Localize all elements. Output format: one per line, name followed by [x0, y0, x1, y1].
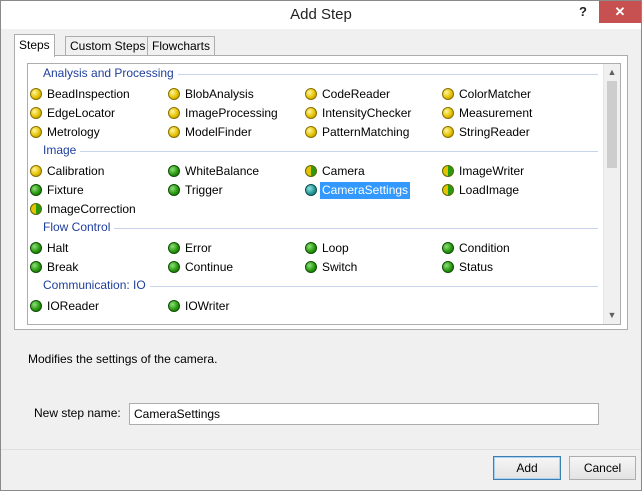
step-label: Halt: [47, 241, 69, 255]
step-label: Fixture: [47, 183, 84, 197]
cancel-button[interactable]: Cancel: [569, 456, 636, 480]
step-status-icon: [30, 107, 42, 119]
step-label: Error: [185, 241, 212, 255]
step-status-icon: [30, 242, 42, 254]
step-status-icon: [30, 184, 42, 196]
step-label: CodeReader: [322, 87, 391, 101]
tab-custom-steps[interactable]: Custom Steps: [65, 36, 151, 55]
step-label: ImageProcessing: [185, 106, 278, 120]
step-label: Metrology: [47, 125, 100, 139]
tab-steps[interactable]: Steps: [14, 34, 55, 57]
group-header: Communication: IO: [43, 278, 146, 292]
step-status-icon: [168, 184, 180, 196]
step-label: Measurement: [459, 106, 533, 120]
step-label: Status: [459, 260, 494, 274]
close-button[interactable]: ✕: [599, 1, 641, 23]
new-step-name-input[interactable]: [129, 403, 599, 425]
step-label: IOReader: [47, 299, 100, 313]
step-status-icon: [168, 88, 180, 100]
step-status-icon: [30, 300, 42, 312]
group-header: Analysis and Processing: [43, 66, 174, 80]
dialog-title: Add Step: [290, 6, 352, 23]
step-label: StringReader: [459, 125, 530, 139]
step-status-icon: [168, 126, 180, 138]
step-status-icon: [442, 261, 454, 273]
scroll-thumb[interactable]: [607, 81, 617, 168]
step-label: Loop: [322, 241, 349, 255]
step-label: WhiteBalance: [185, 164, 260, 178]
group-divider: [150, 286, 598, 287]
step-label: IOWriter: [185, 299, 230, 313]
add-step-dialog: Add Step ? ✕ Steps Custom Steps Flowchar…: [0, 0, 642, 491]
step-status-icon: [168, 107, 180, 119]
group-header: Flow Control: [43, 220, 111, 234]
steps-tab-panel: ▲ ▼ Analysis and Processing BeadInspectio…: [14, 55, 628, 330]
group-divider: [178, 74, 598, 75]
step-label: Continue: [185, 260, 234, 274]
step-status-icon: [30, 126, 42, 138]
step-label: PatternMatching: [322, 125, 410, 139]
step-status-icon: [168, 300, 180, 312]
step-label: CameraSettings: [320, 182, 411, 199]
step-status-icon: [305, 261, 317, 273]
step-label: LoadImage: [459, 183, 520, 197]
step-status-icon: [30, 165, 42, 177]
group-divider: [80, 151, 598, 152]
scroll-up-arrow-icon[interactable]: ▲: [604, 64, 620, 81]
step-label: ColorMatcher: [459, 87, 532, 101]
step-label: Camera: [322, 164, 365, 178]
step-status-icon: [168, 165, 180, 177]
step-label: Calibration: [47, 164, 105, 178]
step-label: ModelFinder: [185, 125, 252, 139]
step-status-icon: [305, 242, 317, 254]
step-status-icon: [305, 107, 317, 119]
step-label: Switch: [322, 260, 358, 274]
step-label: IntensityChecker: [322, 106, 412, 120]
step-status-icon: [305, 126, 317, 138]
add-button[interactable]: Add: [493, 456, 561, 480]
step-status-icon: [305, 165, 317, 177]
tab-flowcharts[interactable]: Flowcharts: [147, 36, 216, 55]
step-status-icon: [30, 203, 42, 215]
step-status-icon: [30, 261, 42, 273]
step-status-icon: [30, 88, 42, 100]
button-bar-divider: [1, 449, 641, 450]
step-label: Condition: [459, 241, 510, 255]
step-label: EdgeLocator: [47, 106, 116, 120]
vertical-scrollbar[interactable]: ▲ ▼: [603, 64, 620, 324]
new-step-name-label: New step name:: [34, 406, 121, 420]
group-divider: [114, 228, 598, 229]
step-description: Modifies the settings of the camera.: [28, 352, 218, 366]
group-header: Image: [43, 143, 77, 157]
step-status-icon: [168, 261, 180, 273]
step-label: Trigger: [185, 183, 223, 197]
step-label: ImageCorrection: [47, 202, 136, 216]
step-status-icon: [442, 126, 454, 138]
step-status-icon: [442, 88, 454, 100]
help-button[interactable]: ?: [573, 3, 593, 23]
step-label: ImageWriter: [459, 164, 525, 178]
step-status-icon: [442, 242, 454, 254]
step-label: BeadInspection: [47, 87, 130, 101]
step-label: Break: [47, 260, 79, 274]
step-status-icon: [168, 242, 180, 254]
step-status-icon: [442, 184, 454, 196]
step-list[interactable]: ▲ ▼ Analysis and Processing BeadInspectio…: [27, 63, 621, 325]
step-status-icon: [442, 165, 454, 177]
title-bar[interactable]: Add Step ? ✕: [1, 1, 641, 29]
step-status-icon: [442, 107, 454, 119]
scroll-down-arrow-icon[interactable]: ▼: [604, 307, 620, 324]
step-status-icon: [305, 184, 317, 196]
step-label: BlobAnalysis: [185, 87, 254, 101]
step-status-icon: [305, 88, 317, 100]
